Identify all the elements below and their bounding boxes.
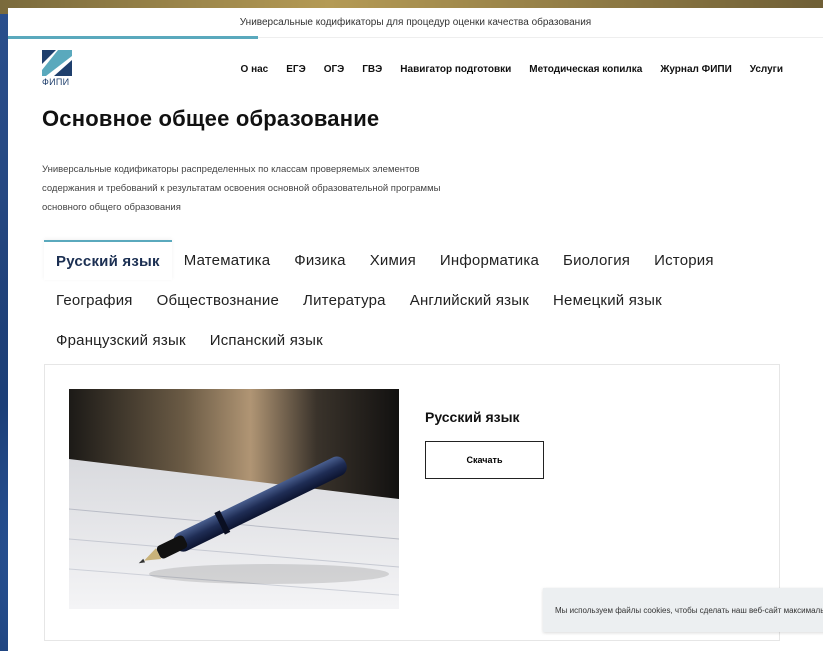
card-title: Русский язык [425,409,520,425]
nav-gve[interactable]: ГВЭ [362,64,382,75]
tab-row: Русский язык Математика Физика Химия Инф… [44,240,804,280]
tab-informatics[interactable]: Информатика [428,240,551,280]
tab-physics[interactable]: Физика [282,240,357,280]
nav-ege[interactable]: ЕГЭ [286,64,305,75]
tab-row: География Обществознание Литература Англ… [44,280,804,320]
nav-journal[interactable]: Журнал ФИПИ [660,64,731,75]
cookie-text: Мы используем файлы cookies, чтобы сдела… [555,605,823,615]
subject-tabs: Русский язык Математика Физика Химия Инф… [44,240,804,360]
page: Универсальные кодификаторы для процедур … [8,8,823,651]
tab-chemistry[interactable]: Химия [358,240,428,280]
page-description: Универсальные кодификаторы распределенны… [42,160,512,217]
top-banner-text[interactable]: Универсальные кодификаторы для процедур … [240,17,591,28]
tab-french[interactable]: Французский язык [44,320,198,360]
logo-text: ФИПИ [42,77,70,87]
site-header: ФИПИ О нас ЕГЭ ОГЭ ГВЭ Навигатор подгото… [8,38,823,98]
nav-services[interactable]: Услуги [750,64,783,75]
description-line: основного общего образования [42,202,181,213]
tab-row: Французский язык Испанский язык [44,320,804,360]
tab-english[interactable]: Английский язык [398,280,541,320]
top-banner: Универсальные кодификаторы для процедур … [8,8,823,39]
main-nav: О нас ЕГЭ ОГЭ ГВЭ Навигатор подготовки М… [241,64,783,75]
tab-history[interactable]: История [642,240,726,280]
description-line: содержания и требований к результатам ос… [42,183,441,194]
fipi-logo-icon [42,50,72,76]
logo[interactable]: ФИПИ [42,50,78,87]
cookie-notice: Мы используем файлы cookies, чтобы сдела… [543,588,823,632]
tab-geography[interactable]: География [44,280,145,320]
download-button[interactable]: Скачать [425,441,544,479]
tab-biology[interactable]: Биология [551,240,642,280]
pen-on-paper-image [69,389,399,609]
page-title: Основное общее образование [42,106,380,131]
tab-spanish[interactable]: Испанский язык [198,320,335,360]
nav-about[interactable]: О нас [241,64,269,75]
tab-russian[interactable]: Русский язык [44,240,172,280]
tab-german[interactable]: Немецкий язык [541,280,674,320]
nav-method-collection[interactable]: Методическая копилка [529,64,642,75]
nav-navigator[interactable]: Навигатор подготовки [400,64,511,75]
tab-literature[interactable]: Литература [291,280,398,320]
description-line: Универсальные кодификаторы распределенны… [42,164,420,175]
nav-oge[interactable]: ОГЭ [324,64,345,75]
tab-social-studies[interactable]: Обществознание [145,280,291,320]
tab-math[interactable]: Математика [172,240,283,280]
